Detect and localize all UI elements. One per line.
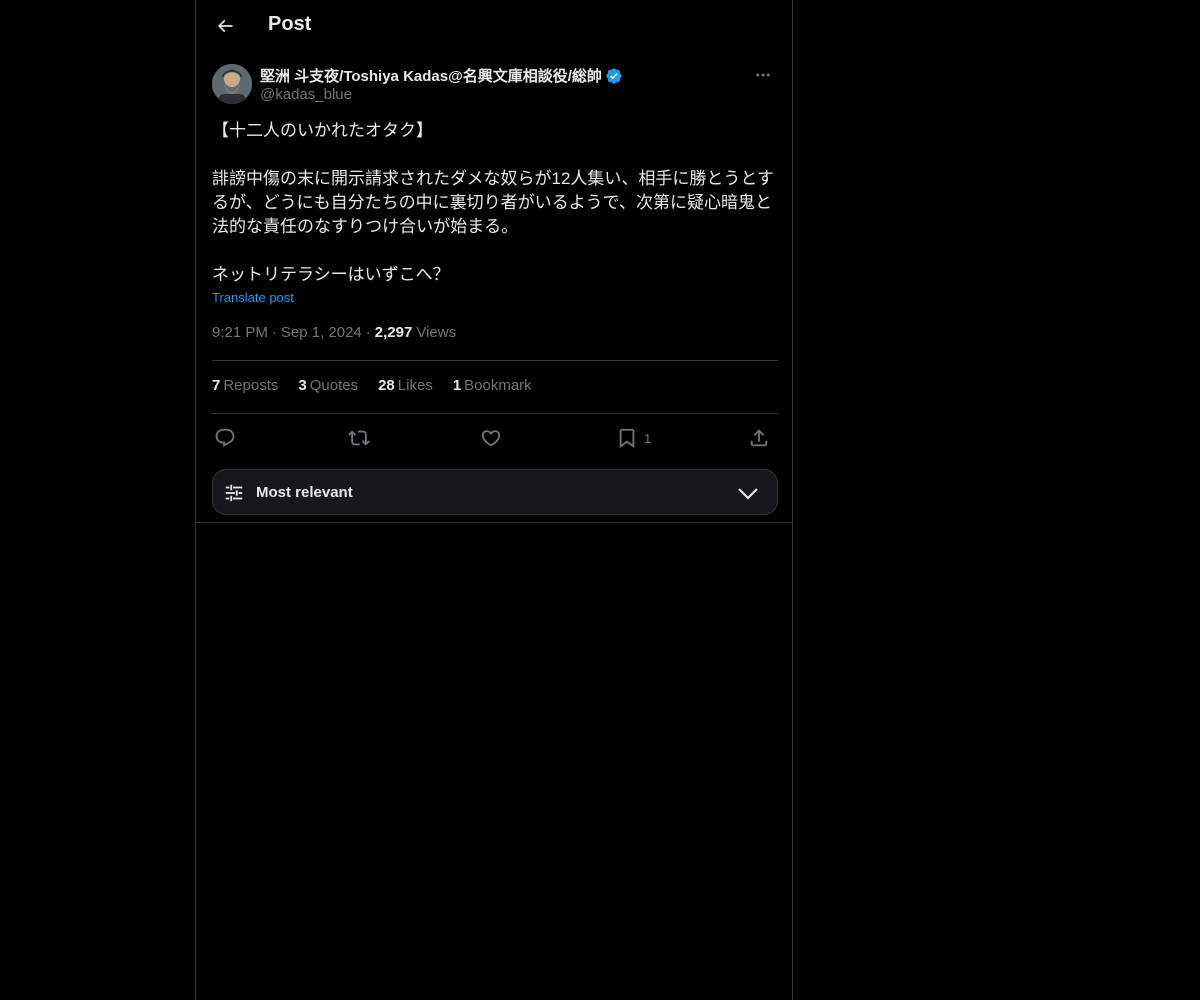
bookmark-action-count: 1 xyxy=(644,430,652,446)
section-divider xyxy=(196,522,792,523)
reply-button[interactable] xyxy=(214,424,236,452)
tweet-date[interactable]: Sep 1, 2024 xyxy=(281,324,362,341)
reply-sort-dropdown[interactable]: Most relevant xyxy=(212,469,778,515)
bookmarks-stat[interactable]: 1 Bookmark xyxy=(453,377,532,394)
reposts-label: Reposts xyxy=(223,377,279,394)
verified-badge-icon xyxy=(606,67,622,84)
divider xyxy=(212,360,778,361)
tweet-meta: 9:21 PM · Sep 1, 2024 · 2,297 Views xyxy=(212,324,456,341)
avatar-image xyxy=(212,64,252,104)
views-count: 2,297 xyxy=(374,324,413,341)
repost-button[interactable] xyxy=(348,424,370,452)
more-options-button[interactable] xyxy=(748,64,778,86)
like-button[interactable] xyxy=(480,424,502,452)
bookmarks-label: Bookmark xyxy=(464,377,532,394)
action-bar: 1 xyxy=(212,424,778,452)
author-name: 堅洲 斗支夜/Toshiya Kadas@名興文庫相談役/総帥 xyxy=(260,68,602,85)
arrow-left-icon xyxy=(217,19,233,33)
author-name-link[interactable]: 堅洲 斗支夜/Toshiya Kadas@名興文庫相談役/総帥 xyxy=(260,65,623,86)
repost-icon xyxy=(348,430,370,446)
reposts-stat[interactable]: 7 Reposts xyxy=(212,377,278,394)
page-title: Post xyxy=(268,13,312,35)
avatar[interactable] xyxy=(212,64,252,104)
bookmark-icon xyxy=(619,428,635,449)
sliders-icon xyxy=(225,484,243,502)
tweet-text: 【十二人のいかれたオタク】 誹謗中傷の末に開示請求されたダメな奴らが12人集い、… xyxy=(212,121,774,284)
reply-icon xyxy=(215,428,235,447)
likes-label: Likes xyxy=(397,377,433,394)
quotes-count: 3 xyxy=(298,377,307,394)
author-row: 堅洲 斗支夜/Toshiya Kadas@名興文庫相談役/総帥 @kadas_b… xyxy=(212,64,778,108)
main-column: Post 堅洲 斗支夜/Toshiya Kadas@名興文庫相談役/総帥 @ka… xyxy=(195,0,793,1000)
heart-icon xyxy=(481,430,501,447)
chevron-down-icon xyxy=(738,488,758,500)
sort-label: Most relevant xyxy=(256,484,353,501)
more-icon xyxy=(756,73,770,77)
bookmark-button[interactable]: 1 xyxy=(616,424,651,452)
share-button[interactable] xyxy=(748,424,770,452)
likes-count: 28 xyxy=(378,377,395,394)
meta-separator: · xyxy=(271,324,277,341)
engagement-stats: 7 Reposts 3 Quotes 28 Likes 1 Bookmark xyxy=(212,377,532,394)
tweet-time[interactable]: 9:21 PM xyxy=(212,324,268,341)
quotes-label: Quotes xyxy=(309,377,359,394)
back-button[interactable] xyxy=(208,9,242,43)
translate-post-link[interactable]: Translate post xyxy=(212,290,294,305)
share-icon xyxy=(750,429,768,447)
divider xyxy=(212,413,778,414)
views-label: Views xyxy=(416,324,457,341)
meta-separator: · xyxy=(365,324,371,341)
reposts-count: 7 xyxy=(212,377,221,394)
likes-stat[interactable]: 28 Likes xyxy=(378,377,433,394)
quotes-stat[interactable]: 3 Quotes xyxy=(298,377,358,394)
page-header: Post xyxy=(196,0,792,53)
author-handle[interactable]: @kadas_blue xyxy=(260,86,352,103)
bookmarks-count: 1 xyxy=(452,377,462,394)
